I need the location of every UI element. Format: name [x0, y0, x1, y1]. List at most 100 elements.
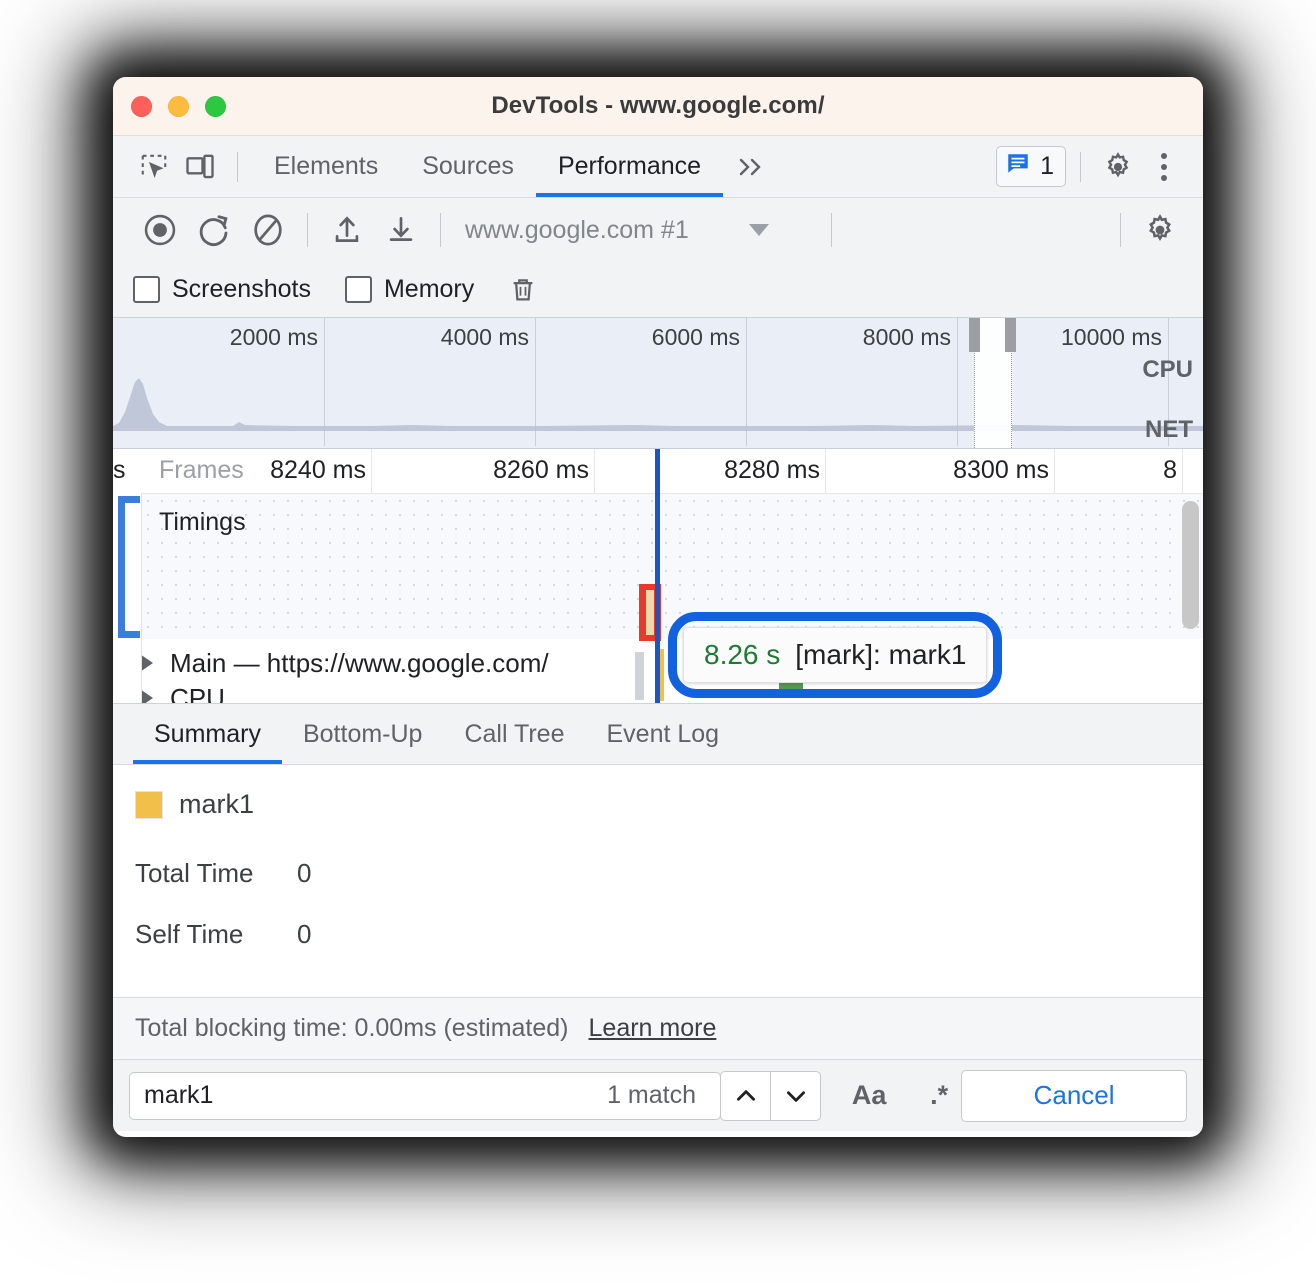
cancel-button[interactable]: Cancel — [961, 1070, 1187, 1122]
close-window-button[interactable] — [131, 96, 152, 117]
screenshots-checkbox[interactable] — [133, 276, 160, 303]
overview-tick-label: 10000 ms — [1061, 324, 1169, 351]
overview-cpu-net-divider — [113, 430, 1203, 431]
search-input[interactable]: mark1 — [144, 1081, 607, 1110]
toolbar-divider — [237, 152, 238, 182]
performance-toolbar: www.google.com #1 — [113, 198, 1203, 262]
devtools-tabbar: Elements Sources Performance — [113, 136, 1203, 198]
overview-selection-handle-left[interactable] — [969, 318, 980, 352]
tab-call-tree[interactable]: Call Tree — [443, 704, 585, 764]
perf-toolbar-divider-1 — [307, 213, 308, 247]
upload-profile-icon[interactable] — [320, 203, 374, 257]
memory-checkbox[interactable] — [345, 276, 372, 303]
perf-toolbar-divider-2 — [440, 213, 441, 247]
download-profile-icon[interactable] — [374, 203, 428, 257]
panel-tabs: Elements Sources Performance — [252, 136, 723, 197]
tabbar-divider — [1080, 152, 1081, 182]
search-toolbar: mark1 1 match Aa .* Cancel — [113, 1059, 1203, 1131]
flame-ruler-gridline: 8280 ms — [825, 449, 826, 493]
match-case-toggle[interactable]: Aa — [847, 1080, 891, 1111]
overview-cpu-label: CPU — [1142, 356, 1193, 384]
flame-tick-label: 8240 ms — [270, 456, 372, 485]
screenshots-checkbox-group[interactable]: Screenshots — [133, 275, 311, 304]
blocking-time-statusbar: Total blocking time: 0.00ms (estimated) … — [113, 997, 1203, 1059]
clear-prohibited-icon[interactable] — [241, 203, 295, 257]
self-time-label: Self Time — [135, 919, 283, 950]
mark-bar-gray[interactable] — [635, 652, 644, 700]
window-titlebar: DevTools - www.google.com/ — [113, 77, 1203, 136]
mark-tooltip-callout: 8.26 s [mark]: mark1 — [668, 612, 1002, 698]
traffic-light-buttons — [131, 96, 226, 117]
tab-bottom-up[interactable]: Bottom-Up — [282, 704, 443, 764]
total-time-value: 0 — [297, 858, 311, 889]
timings-track-label: Timings — [159, 508, 246, 537]
tab-summary[interactable]: Summary — [133, 704, 282, 764]
total-time-label: Total Time — [135, 858, 283, 889]
perf-toolbar-divider-3 — [831, 213, 832, 247]
capture-settings-gear-icon[interactable] — [1133, 203, 1187, 257]
search-input-wrapper[interactable]: mark1 1 match — [129, 1072, 721, 1120]
overview-tick-label: 6000 ms — [652, 324, 747, 351]
kebab-menu-icon[interactable] — [1141, 144, 1187, 190]
frames-track-label: Frames — [159, 456, 244, 485]
overview-tick-label: 2000 ms — [230, 324, 325, 351]
search-nav-buttons — [720, 1071, 821, 1121]
match-count-label: 1 match — [607, 1081, 706, 1110]
flame-ruler-edge-label: s — [113, 456, 126, 485]
tab-bottom-up-label: Bottom-Up — [303, 720, 422, 749]
event-color-swatch — [135, 791, 163, 819]
tooltip-time: 8.26 s — [704, 639, 780, 671]
trash-icon[interactable] — [508, 275, 538, 305]
callout-highlight-ring: 8.26 s [mark]: mark1 — [668, 612, 1002, 698]
cpu-track-label: CPU — [170, 687, 225, 703]
tab-event-log-label: Event Log — [607, 720, 720, 749]
chevron-up-icon[interactable] — [721, 1072, 770, 1120]
issues-badge[interactable]: 1 — [996, 146, 1066, 187]
tab-performance[interactable]: Performance — [536, 136, 723, 197]
timings-selection-bracket — [118, 496, 138, 638]
overview-selection-handle-right[interactable] — [1005, 318, 1016, 352]
tab-sources[interactable]: Sources — [400, 136, 536, 197]
chevron-down-icon — [749, 224, 769, 236]
flame-chart-panel[interactable]: s Frames 8240 ms 8260 ms 8280 ms 8300 ms… — [113, 449, 1203, 703]
tab-event-log[interactable]: Event Log — [586, 704, 741, 764]
capture-options-row: Screenshots Memory — [113, 262, 1203, 318]
chevron-down-icon[interactable] — [770, 1072, 820, 1120]
tab-elements[interactable]: Elements — [252, 136, 400, 197]
overview-tick-label: 8000 ms — [863, 324, 958, 351]
blocking-time-text: Total blocking time: 0.00ms (estimated) — [135, 1014, 569, 1043]
gear-icon[interactable] — [1095, 144, 1141, 190]
timeline-playhead[interactable] — [655, 449, 660, 703]
flame-chart-scrollbar[interactable] — [1182, 501, 1199, 629]
minimize-window-button[interactable] — [168, 96, 189, 117]
mark-tooltip: 8.26 s [mark]: mark1 — [683, 627, 987, 683]
tabbar-right-actions: 1 — [996, 144, 1203, 190]
tab-performance-label: Performance — [558, 152, 701, 181]
learn-more-link[interactable]: Learn more — [589, 1014, 717, 1043]
cpu-activity-graph — [113, 368, 1203, 430]
summary-row-total-time: Total Time 0 — [135, 858, 1203, 889]
kebab-dots — [1161, 153, 1167, 181]
more-tabs-icon[interactable] — [731, 153, 783, 181]
memory-checkbox-group[interactable]: Memory — [345, 275, 474, 304]
overview-tick-label: 4000 ms — [441, 324, 536, 351]
issues-count: 1 — [1040, 152, 1054, 181]
recording-selector-label: www.google.com #1 — [465, 216, 689, 245]
recording-selector[interactable]: www.google.com #1 — [465, 216, 769, 245]
regex-toggle[interactable]: .* — [917, 1080, 961, 1111]
zoom-window-button[interactable] — [205, 96, 226, 117]
device-toolbar-icon[interactable] — [177, 144, 223, 190]
tab-sources-label: Sources — [422, 152, 514, 181]
devtools-window: DevTools - www.google.com/ Elements — [113, 77, 1203, 1137]
main-track-label: Main — https://www.google.com/ — [170, 648, 549, 679]
inspect-element-icon[interactable] — [131, 144, 177, 190]
reload-record-icon[interactable] — [187, 203, 241, 257]
flame-tick-label: 8260 ms — [493, 456, 595, 485]
record-circle-icon[interactable] — [133, 203, 187, 257]
tab-summary-label: Summary — [154, 720, 261, 749]
tab-call-tree-label: Call Tree — [464, 720, 564, 749]
tooltip-label: [mark]: mark1 — [795, 639, 966, 671]
timeline-overview[interactable]: 2000 ms 4000 ms 6000 ms 8000 ms 10000 ms — [113, 318, 1203, 449]
flame-ruler-gridline: 8 — [1182, 449, 1183, 493]
overview-net-label: NET — [1145, 416, 1193, 444]
